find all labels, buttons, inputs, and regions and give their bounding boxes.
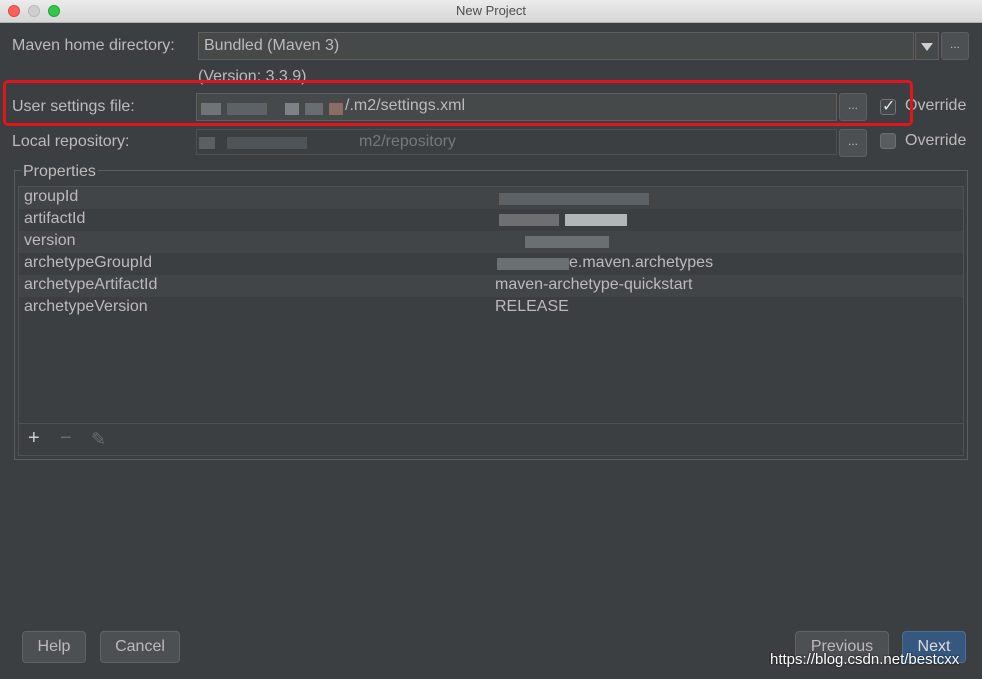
local-repo-browse-button[interactable]: ... [839, 129, 867, 157]
property-key: archetypeGroupId [24, 254, 153, 271]
property-key: artifactId [24, 210, 86, 227]
property-key: groupId [24, 188, 79, 205]
table-row[interactable]: version [19, 231, 963, 253]
property-key: archetypeVersion [24, 298, 148, 315]
table-row[interactable]: artifactId [19, 209, 963, 231]
redacted-block [525, 236, 609, 248]
property-key: version [24, 232, 76, 249]
local-repo-value: m2/repository [359, 133, 456, 150]
property-value: e.maven.archetypes [569, 254, 714, 271]
properties-table: groupId artifactId version archetypeGrou… [18, 186, 964, 456]
remove-property-icon[interactable]: − [60, 427, 72, 450]
watermark-text: https://blog.csdn.net/bestcxx [770, 651, 960, 668]
local-repo-label: Local repository: [12, 133, 130, 150]
maven-home-combo[interactable]: Bundled (Maven 3) [198, 32, 914, 60]
redacted-block [497, 258, 569, 270]
edit-property-icon[interactable]: ✎ [91, 429, 106, 450]
user-settings-override-label: Override [905, 97, 967, 114]
window-title: New Project [455, 3, 527, 18]
local-repo-override-label: Override [905, 132, 967, 149]
local-repo-field[interactable]: m2/repository [196, 129, 837, 155]
table-toolbar-divider [19, 423, 963, 424]
redacted-block [199, 137, 215, 149]
properties-title: Properties [21, 163, 98, 181]
maven-home-browse-button[interactable]: ... [941, 32, 969, 60]
redacted-block [227, 137, 307, 149]
property-key: archetypeArtifactId [24, 276, 158, 293]
property-value: maven-archetype-quickstart [495, 276, 693, 293]
maven-home-dropdown-button[interactable] [915, 32, 939, 60]
maven-home-label: Maven home directory: [12, 37, 175, 54]
property-value: RELEASE [495, 298, 569, 315]
maven-home-value: Bundled (Maven 3) [204, 37, 340, 54]
table-row[interactable]: groupId [19, 187, 963, 209]
cancel-button[interactable]: Cancel [100, 631, 180, 663]
add-property-icon[interactable]: + [28, 427, 40, 450]
redacted-block [499, 214, 559, 226]
redacted-block [565, 214, 627, 226]
table-row[interactable]: archetypeVersion RELEASE [19, 297, 963, 319]
chevron-down-icon [921, 43, 933, 51]
highlight-annotation [3, 80, 913, 126]
redacted-block [499, 193, 649, 205]
table-row[interactable]: archetypeGroupId e.maven.archetypes [19, 253, 963, 275]
local-repo-override-checkbox[interactable] [880, 133, 896, 149]
help-button[interactable]: Help [22, 631, 86, 663]
table-row[interactable]: archetypeArtifactId maven-archetype-quic… [19, 275, 963, 297]
